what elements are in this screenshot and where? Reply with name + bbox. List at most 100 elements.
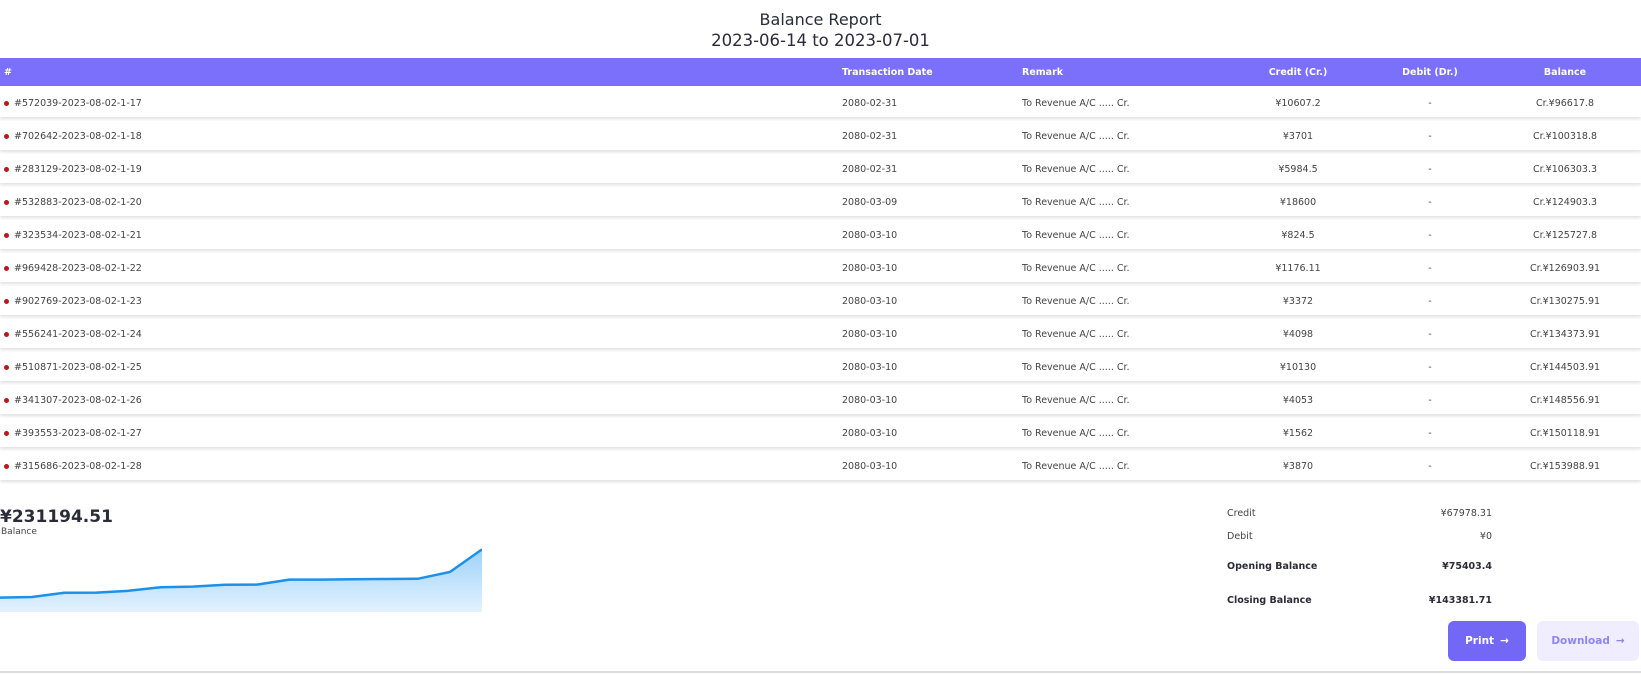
row-id: #393553-2023-08-02-1-27 (14, 428, 142, 439)
row-remark: To Revenue A/C ..... Cr. (1022, 461, 1130, 472)
row-remark: To Revenue A/C ..... Cr. (1022, 98, 1130, 109)
row-balance: Cr.¥148556.91 (1529, 395, 1601, 406)
row-id: #902769-2023-08-02-1-23 (14, 296, 142, 307)
row-date: 2080-03-10 (842, 461, 898, 472)
table-row: #283129-2023-08-02-1-19 2080-02-31 To Reve… (0, 154, 1641, 183)
row-date: 2080-03-10 (842, 230, 898, 241)
status-dot-icon (4, 398, 9, 403)
summary-debit-label: Debit (1227, 531, 1253, 542)
table-row: #341307-2023-08-02-1-26 2080-03-10 To Reve… (0, 385, 1641, 414)
sparkline-area (0, 549, 482, 612)
row-id: #283129-2023-08-02-1-19 (14, 164, 142, 175)
balance-label: Balance (1, 527, 37, 537)
row-date: 2080-02-31 (842, 131, 898, 142)
header-id: # (4, 67, 12, 78)
row-date: 2080-03-09 (842, 197, 898, 208)
row-remark: To Revenue A/C ..... Cr. (1022, 395, 1130, 406)
row-debit: - (1428, 296, 1432, 307)
row-credit: ¥10607.2 (1275, 98, 1321, 109)
status-dot-icon (4, 134, 9, 139)
status-dot-icon (4, 233, 9, 238)
status-dot-icon (4, 365, 9, 370)
row-id: #532883-2023-08-02-1-20 (14, 197, 142, 208)
row-debit: - (1428, 131, 1432, 142)
report-title: Balance Report (759, 10, 882, 29)
download-button[interactable]: Download → (1537, 621, 1639, 661)
row-id: #969428-2023-08-02-1-22 (14, 263, 142, 274)
print-button[interactable]: Print → (1448, 621, 1526, 661)
header-credit: Credit (Cr.) (1268, 67, 1328, 78)
row-debit: - (1428, 362, 1432, 373)
balance-total: ¥231194.51 (0, 507, 113, 527)
row-debit: - (1428, 197, 1432, 208)
row-credit: ¥5984.5 (1278, 164, 1318, 175)
table-header: # Transaction Date Remark Credit (Cr.) D… (0, 58, 1641, 86)
row-debit: - (1428, 395, 1432, 406)
summary-closing-label: Closing Balance (1227, 595, 1312, 606)
row-debit: - (1428, 230, 1432, 241)
header-debit: Debit (Dr.) (1402, 67, 1458, 78)
row-debit: - (1428, 329, 1432, 340)
row-id: #510871-2023-08-02-1-25 (14, 362, 142, 373)
status-dot-icon (4, 431, 9, 436)
divider (0, 671, 1641, 673)
row-remark: To Revenue A/C ..... Cr. (1022, 197, 1130, 208)
summary-credit-label: Credit (1227, 508, 1256, 519)
arrow-right-icon: → (1500, 635, 1509, 647)
row-balance: Cr.¥153988.91 (1529, 461, 1601, 472)
transaction-list: #572039-2023-08-02-1-17 2080-02-31 To Reve… (0, 88, 1641, 484)
row-credit: ¥3372 (1282, 296, 1314, 307)
row-date: 2080-02-31 (842, 164, 898, 175)
table-row: #315686-2023-08-02-1-28 2080-03-10 To Reve… (0, 451, 1641, 480)
summary-closing-value: ¥143381.71 (1428, 595, 1492, 606)
row-date: 2080-03-10 (842, 263, 898, 274)
row-debit: - (1428, 98, 1432, 109)
row-balance: Cr.¥124903.3 (1532, 197, 1598, 208)
status-dot-icon (4, 101, 9, 106)
row-id: #341307-2023-08-02-1-26 (14, 395, 142, 406)
row-credit: ¥824.5 (1281, 230, 1315, 241)
download-button-label: Download (1551, 635, 1610, 647)
row-credit: ¥4098 (1282, 329, 1314, 340)
print-button-label: Print (1465, 635, 1495, 647)
row-remark: To Revenue A/C ..... Cr. (1022, 428, 1130, 439)
status-dot-icon (4, 332, 9, 337)
status-dot-icon (4, 167, 9, 172)
table-row: #556241-2023-08-02-1-24 2080-03-10 To Reve… (0, 319, 1641, 348)
row-credit: ¥3701 (1282, 131, 1314, 142)
table-row: #902769-2023-08-02-1-23 2080-03-10 To Reve… (0, 286, 1641, 315)
header-balance: Balance (1543, 67, 1587, 78)
balance-sparkline-chart (0, 548, 482, 612)
row-date: 2080-03-10 (842, 296, 898, 307)
status-dot-icon (4, 464, 9, 469)
table-row: #323534-2023-08-02-1-21 2080-03-10 To Reve… (0, 220, 1641, 249)
row-balance: Cr.¥106303.3 (1532, 164, 1598, 175)
row-balance: Cr.¥130275.91 (1529, 296, 1601, 307)
report-date-range: 2023-06-14 to 2023-07-01 (711, 31, 930, 50)
summary-opening-value: ¥75403.4 (1442, 561, 1492, 572)
status-dot-icon (4, 200, 9, 205)
row-debit: - (1428, 263, 1432, 274)
summary-opening-label: Opening Balance (1227, 561, 1318, 572)
row-credit: ¥10130 (1279, 362, 1317, 373)
row-balance: Cr.¥144503.91 (1529, 362, 1601, 373)
summary-credit-value: ¥67978.31 (1440, 508, 1492, 519)
row-credit: ¥4053 (1282, 395, 1314, 406)
row-debit: - (1428, 461, 1432, 472)
table-row: #532883-2023-08-02-1-20 2080-03-09 To Reve… (0, 187, 1641, 216)
row-date: 2080-03-10 (842, 395, 898, 406)
table-row: #969428-2023-08-02-1-22 2080-03-10 To Reve… (0, 253, 1641, 282)
status-dot-icon (4, 266, 9, 271)
row-balance: Cr.¥96617.8 (1535, 98, 1595, 109)
row-credit: ¥3870 (1282, 461, 1314, 472)
row-balance: Cr.¥126903.91 (1529, 263, 1601, 274)
row-remark: To Revenue A/C ..... Cr. (1022, 131, 1130, 142)
row-date: 2080-03-10 (842, 329, 898, 340)
status-dot-icon (4, 299, 9, 304)
row-date: 2080-02-31 (842, 98, 898, 109)
row-date: 2080-03-10 (842, 428, 898, 439)
row-id: #702642-2023-08-02-1-18 (14, 131, 142, 142)
row-id: #556241-2023-08-02-1-24 (14, 329, 142, 340)
row-id: #323534-2023-08-02-1-21 (14, 230, 142, 241)
row-balance: Cr.¥125727.8 (1532, 230, 1598, 241)
